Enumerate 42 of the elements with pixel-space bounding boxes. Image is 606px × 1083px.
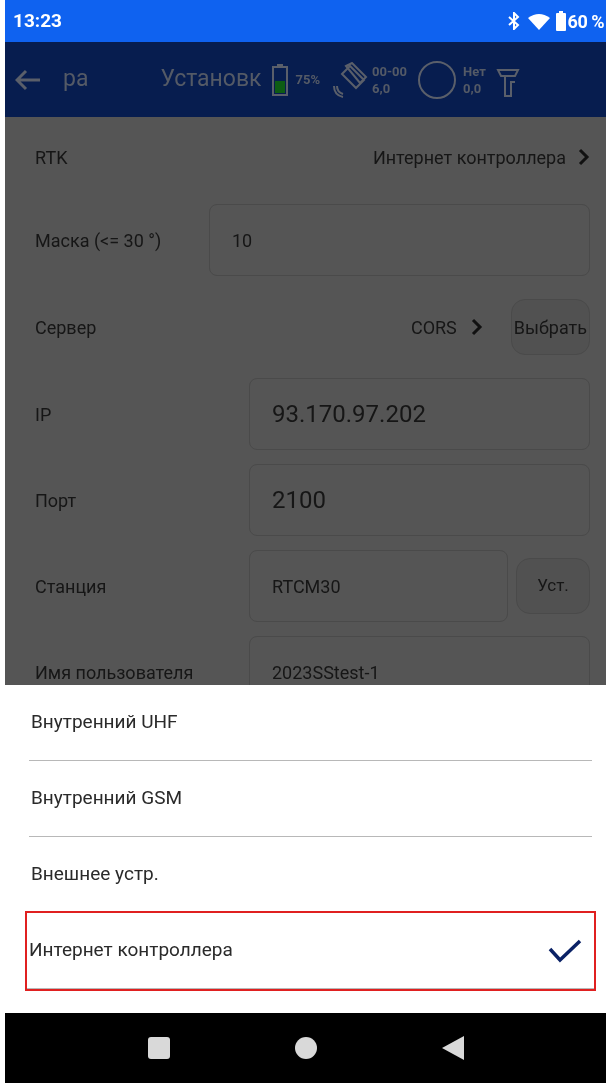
back-icon[interactable]	[441, 1036, 464, 1060]
set-button[interactable]: Уст.	[516, 558, 590, 614]
chevron-right-icon	[470, 318, 483, 336]
select-button[interactable]: Выбрать	[510, 299, 590, 355]
back-arrow-icon[interactable]	[15, 68, 41, 91]
recents-icon[interactable]	[147, 1037, 170, 1059]
server-selector[interactable]: CORS	[410, 313, 483, 341]
option-item[interactable]: Внутренний UHF	[29, 685, 592, 761]
text-field[interactable]: 93.170.97.202	[249, 378, 590, 450]
text-field[interactable]: 2023SStest-1	[249, 636, 590, 685]
checkmark-icon	[548, 938, 582, 963]
field-label: Станция	[35, 574, 108, 599]
battery-percentage: 60 %	[567, 9, 604, 34]
circle-icon	[417, 59, 458, 100]
field-label: Порт	[35, 488, 78, 513]
satellite-icon	[332, 61, 369, 98]
field-label: RTK	[35, 145, 68, 170]
rtk-source-selector[interactable]: Интернет контроллера	[372, 143, 590, 171]
chevron-right-icon	[578, 148, 590, 166]
solution-accuracy: 0,0	[463, 79, 483, 97]
home-icon[interactable]	[294, 1037, 317, 1059]
battery-icon	[555, 11, 566, 31]
text-field[interactable]: 10	[209, 204, 590, 276]
satellite-pdop: 6,0	[372, 79, 392, 97]
field-label: Маска (<= 30 °)	[35, 228, 163, 253]
option-item[interactable]: Внутренний GSM	[29, 761, 592, 837]
screen-title: ра	[63, 64, 89, 95]
battery-icon	[271, 63, 288, 96]
field-label: Сервер	[35, 315, 97, 340]
field-label: Имя пользователя	[35, 660, 195, 685]
screen-title: Установк	[160, 64, 262, 95]
text-field[interactable]: RTCM30	[249, 550, 508, 622]
field-label: IP	[35, 402, 53, 427]
text-field[interactable]: 2100	[249, 464, 590, 536]
option-item[interactable]: Интернет контроллера	[27, 913, 594, 989]
satellite-count: 00-00	[372, 62, 408, 80]
wifi-icon	[527, 12, 550, 30]
clock: 13:23	[13, 7, 62, 34]
solution-status: Нет	[463, 62, 486, 80]
option-item[interactable]: Внешнее устр.	[29, 837, 592, 913]
battery-reading: 75%	[295, 70, 321, 89]
bluetooth-icon	[507, 12, 520, 30]
